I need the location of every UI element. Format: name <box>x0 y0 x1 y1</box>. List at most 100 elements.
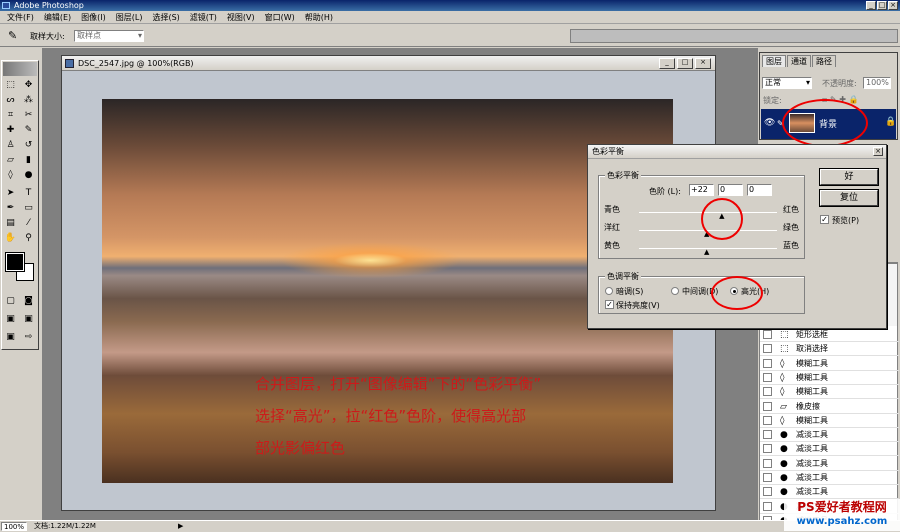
menu-select[interactable]: 选择(S) <box>147 12 184 23</box>
menu-file[interactable]: 文件(F) <box>2 12 39 23</box>
history-snapshot-checkbox[interactable] <box>763 444 772 454</box>
slider2-right-label: 绿色 <box>783 223 799 232</box>
level-input-2[interactable]: 0 <box>718 184 743 196</box>
sample-size-select[interactable]: 取样点 ▾ <box>74 30 144 42</box>
menu-layer[interactable]: 图层(L) <box>111 12 148 23</box>
menu-help[interactable]: 帮助(H) <box>300 12 338 23</box>
stamp-tool-icon[interactable]: ♙ <box>3 139 18 152</box>
eyedropper-icon[interactable]: ✎ <box>8 29 17 42</box>
status-arrow-icon[interactable]: ▶ <box>178 521 183 532</box>
history-snapshot-checkbox[interactable] <box>763 358 772 368</box>
history-item[interactable]: ◊ 模糊工具 <box>760 414 899 428</box>
eraser-tool-icon[interactable]: ▱ <box>3 154 18 167</box>
screen-mode-black-icon[interactable]: ▣ <box>3 331 18 344</box>
blur-tool-icon[interactable]: ◊ <box>3 169 18 182</box>
lasso-tool-icon[interactable]: ᔕ <box>3 94 18 107</box>
dodge-tool-icon[interactable]: ● <box>21 169 36 182</box>
doc-close-button[interactable]: × <box>695 58 711 69</box>
brush-tool-icon[interactable]: ✎ <box>21 124 36 137</box>
close-button[interactable]: × <box>888 1 898 10</box>
history-snapshot-checkbox[interactable] <box>763 430 772 440</box>
history-snapshot-checkbox[interactable] <box>763 458 772 468</box>
menu-view[interactable]: 视图(V) <box>222 12 260 23</box>
pen-tool-icon[interactable]: ✒ <box>3 202 18 215</box>
hand-tool-icon[interactable]: ✋ <box>3 232 18 245</box>
menu-bar: 文件(F) 编辑(E) 图像(I) 图层(L) 选择(S) 滤镜(T) 视图(V… <box>0 11 900 24</box>
history-item[interactable]: ● 减淡工具 <box>760 457 899 471</box>
history-item[interactable]: ▱ 橡皮擦 <box>760 400 899 414</box>
path-select-icon[interactable]: ➤ <box>3 187 18 200</box>
shape-tool-icon[interactable]: ▭ <box>21 202 36 215</box>
minimize-button[interactable]: _ <box>866 1 876 10</box>
history-snapshot-checkbox[interactable] <box>763 372 772 382</box>
history-item[interactable]: ⬚ 取消选择 <box>760 342 899 357</box>
preview-checkbox[interactable]: ✓ <box>820 215 829 224</box>
move-tool-icon[interactable]: ✥ <box>21 79 36 92</box>
level-input-1[interactable]: +22 <box>689 184 714 196</box>
ok-button[interactable]: 好 <box>819 168 879 186</box>
history-snapshot-checkbox[interactable] <box>763 501 772 511</box>
gradient-tool-icon[interactable]: ▮ <box>21 154 36 167</box>
dialog-title: 色彩平衡 <box>592 147 624 156</box>
history-snapshot-checkbox[interactable] <box>763 473 772 482</box>
slider3-left-label: 黄色 <box>604 241 620 250</box>
zoom-tool-icon[interactable]: ⚲ <box>21 232 36 245</box>
history-snapshot-checkbox[interactable] <box>763 487 772 497</box>
menu-edit[interactable]: 编辑(E) <box>39 12 76 23</box>
history-snapshot-checkbox[interactable] <box>763 415 772 425</box>
tab-paths[interactable]: 路径 <box>812 55 836 67</box>
healing-brush-icon[interactable]: ✚ <box>3 124 18 137</box>
watermark-line2: www.psahz.com <box>796 516 888 527</box>
jump-to-imageready-icon[interactable]: ⇨ <box>21 331 36 344</box>
history-item[interactable]: ◊ 模糊工具 <box>760 357 899 371</box>
midtones-radio[interactable] <box>671 287 679 295</box>
zoom-field[interactable]: 100% <box>1 522 27 531</box>
history-item[interactable]: ◊ 模糊工具 <box>760 385 899 400</box>
dialog-close-button[interactable]: × <box>873 147 883 156</box>
maximize-button[interactable]: □ <box>877 1 887 10</box>
screen-mode-full-icon[interactable]: ▣ <box>21 313 36 326</box>
standard-mode-icon[interactable]: ▢ <box>3 295 18 308</box>
history-item[interactable]: ● 减淡工具 <box>760 485 899 500</box>
history-snapshot-checkbox[interactable] <box>763 344 772 354</box>
tab-channels[interactable]: 通道 <box>787 55 811 67</box>
quickmask-mode-icon[interactable]: ◙ <box>21 295 36 308</box>
preserve-luminosity-checkbox[interactable]: ✓ <box>605 300 614 309</box>
notes-tool-icon[interactable]: ▤ <box>3 217 18 230</box>
history-snapshot-checkbox[interactable] <box>763 387 772 397</box>
menu-window[interactable]: 窗口(W) <box>260 12 300 23</box>
status-bar: 100% 文档:1.22M/1.22M ▶ <box>0 520 900 531</box>
yellow-blue-thumb[interactable]: ▲ <box>704 249 709 256</box>
magic-wand-icon[interactable]: ⁂ <box>21 94 36 107</box>
menu-image[interactable]: 图像(I) <box>76 12 111 23</box>
history-item[interactable]: ● 减淡工具 <box>760 442 899 457</box>
level-input-3[interactable]: 0 <box>747 184 772 196</box>
screen-mode-standard-icon[interactable]: ▣ <box>3 313 18 326</box>
history-brush-icon[interactable]: ↺ <box>21 139 36 152</box>
history-item[interactable]: ◊ 模糊工具 <box>760 371 899 385</box>
document-icon <box>65 59 74 68</box>
tab-layers[interactable]: 图层 <box>762 55 786 67</box>
history-item[interactable]: ● 减淡工具 <box>760 428 899 443</box>
type-tool-icon[interactable]: T <box>21 187 36 200</box>
opacity-input[interactable]: 100% <box>863 77 891 89</box>
history-item[interactable]: ● 减淡工具 <box>760 471 899 485</box>
history-item-label: 取消选择 <box>796 344 828 354</box>
history-snapshot-checkbox[interactable] <box>763 330 772 339</box>
preserve-luminosity-label: 保持亮度(V) <box>616 301 660 310</box>
palette-well[interactable] <box>570 29 898 43</box>
doc-maximize-button[interactable]: □ <box>677 58 693 69</box>
shadows-radio[interactable] <box>605 287 613 295</box>
doc-minimize-button[interactable]: _ <box>659 58 675 69</box>
slice-tool-icon[interactable]: ✂ <box>21 109 36 122</box>
menu-filter[interactable]: 滤镜(T) <box>185 12 222 23</box>
eye-icon[interactable]: 👁 <box>764 118 775 128</box>
blend-mode-select[interactable]: 正常 ▾ <box>762 77 812 89</box>
reset-button[interactable]: 复位 <box>819 189 879 207</box>
crop-tool-icon[interactable]: ⌗ <box>3 109 18 122</box>
history-snapshot-checkbox[interactable] <box>763 401 772 411</box>
foreground-color-swatch[interactable] <box>5 252 25 272</box>
marquee-tool-icon[interactable]: ⬚ <box>3 79 18 92</box>
eyedropper-tool-icon[interactable]: ⁄ <box>21 217 36 230</box>
history-item[interactable]: ⬚ 矩形选框 <box>760 328 899 342</box>
